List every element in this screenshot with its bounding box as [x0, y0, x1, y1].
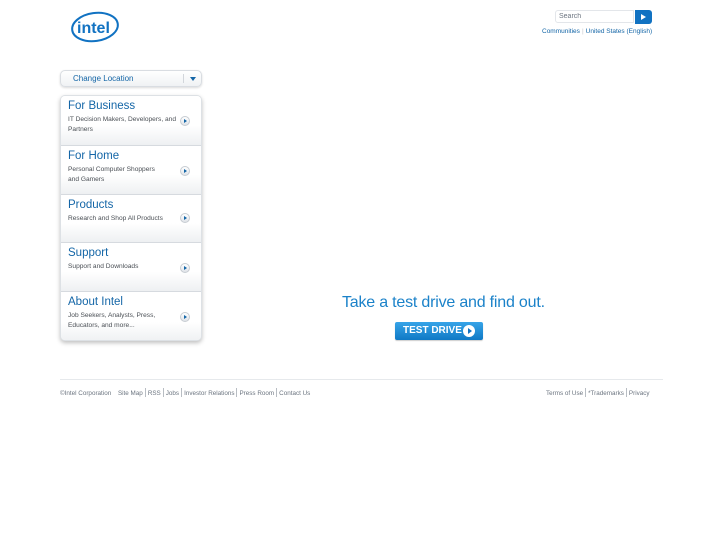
link-divider [585, 388, 587, 397]
change-location-label: Change Location [73, 74, 134, 83]
chevron-down-icon [190, 77, 196, 81]
footer-link-site-map[interactable]: Site Map [118, 390, 143, 397]
nav-item-desc: Personal Computer Shoppers and Gamers [68, 166, 155, 183]
footer-link-trademarks[interactable]: *Trademarks [588, 390, 624, 397]
arrow-right-icon[interactable] [180, 213, 190, 223]
search-box [555, 10, 653, 24]
intel-logo[interactable]: intel [70, 10, 120, 44]
test-drive-label: TEST DRIVE [403, 325, 462, 336]
intel-logo-mark: intel [71, 11, 119, 43]
nav-item-title: Support [68, 247, 109, 259]
arrow-right-icon[interactable] [180, 312, 190, 322]
footer-links-left: ©Intel Corporation Site Map RSS Jobs Invest… [60, 388, 310, 397]
footer-link-investor-relations[interactable]: Investor Relations [184, 390, 234, 397]
footer-link-jobs[interactable]: Jobs [166, 390, 179, 397]
nav-item-title: Products [68, 199, 114, 211]
link-divider [276, 388, 278, 397]
nav-item-products[interactable]: Products Research and Shop All Products [61, 195, 201, 243]
footer-link-privacy[interactable]: Privacy [629, 390, 650, 397]
footer-link-terms[interactable]: Terms of Use [546, 390, 583, 397]
link-divider [625, 388, 627, 397]
footer-link-press-room[interactable]: Press Room [239, 390, 274, 397]
test-drive-button[interactable]: TEST DRIVE [395, 322, 483, 340]
arrow-right-icon[interactable] [180, 263, 190, 273]
nav-item-support[interactable]: Support Support and Downloads [61, 243, 201, 292]
promo-tagline: Take a test drive and find out. [342, 294, 545, 311]
nav-item-title: About Intel [68, 296, 123, 308]
communities-link[interactable]: Communities [542, 28, 580, 35]
footer-link-contact-us[interactable]: Contact Us [279, 390, 310, 397]
nav-item-title: For Business [68, 100, 136, 112]
link-divider [162, 388, 164, 397]
search-input[interactable] [555, 10, 634, 23]
nav-item-desc: IT Decision Makers, Developers, and Part… [68, 116, 176, 133]
arrow-right-icon[interactable] [180, 116, 190, 126]
copyright-text: ©Intel Corporation [60, 390, 112, 397]
nav-item-title: For Home [68, 150, 120, 162]
nav-item-for-business[interactable]: For Business IT Decision Makers, Develop… [61, 96, 201, 146]
change-location-dropdown[interactable]: Change Location [60, 70, 202, 87]
arrow-right-circle-icon [463, 325, 475, 337]
nav-item-desc: Research and Shop All Products [68, 215, 163, 222]
region-link[interactable]: United States (English) [586, 28, 652, 35]
footer-divider [60, 379, 663, 380]
link-divider [181, 388, 183, 397]
footer-links-right: Terms of Use *Trademarks Privacy [546, 388, 650, 397]
nav-item-about-intel[interactable]: About Intel Job Seekers, Analysts, Press… [61, 292, 201, 340]
link-divider [144, 388, 146, 397]
nav-item-for-home[interactable]: For Home Personal Computer Shoppers and … [61, 146, 201, 195]
header-links: Communities | United States (English) [542, 28, 652, 35]
link-divider [236, 388, 238, 397]
link-divider: | [581, 28, 584, 35]
footer-link-rss[interactable]: RSS [148, 390, 161, 397]
arrow-right-icon [641, 14, 646, 20]
main-nav: For Business IT Decision Makers, Develop… [60, 95, 202, 341]
arrow-right-icon[interactable] [180, 166, 190, 176]
nav-item-desc: Job Seekers, Analysts, Press, Educators,… [68, 312, 156, 329]
nav-item-desc: Support and Downloads [68, 263, 139, 270]
intel-logo-text: intel [77, 20, 110, 37]
search-button[interactable] [635, 10, 652, 24]
dropdown-divider [183, 74, 184, 83]
